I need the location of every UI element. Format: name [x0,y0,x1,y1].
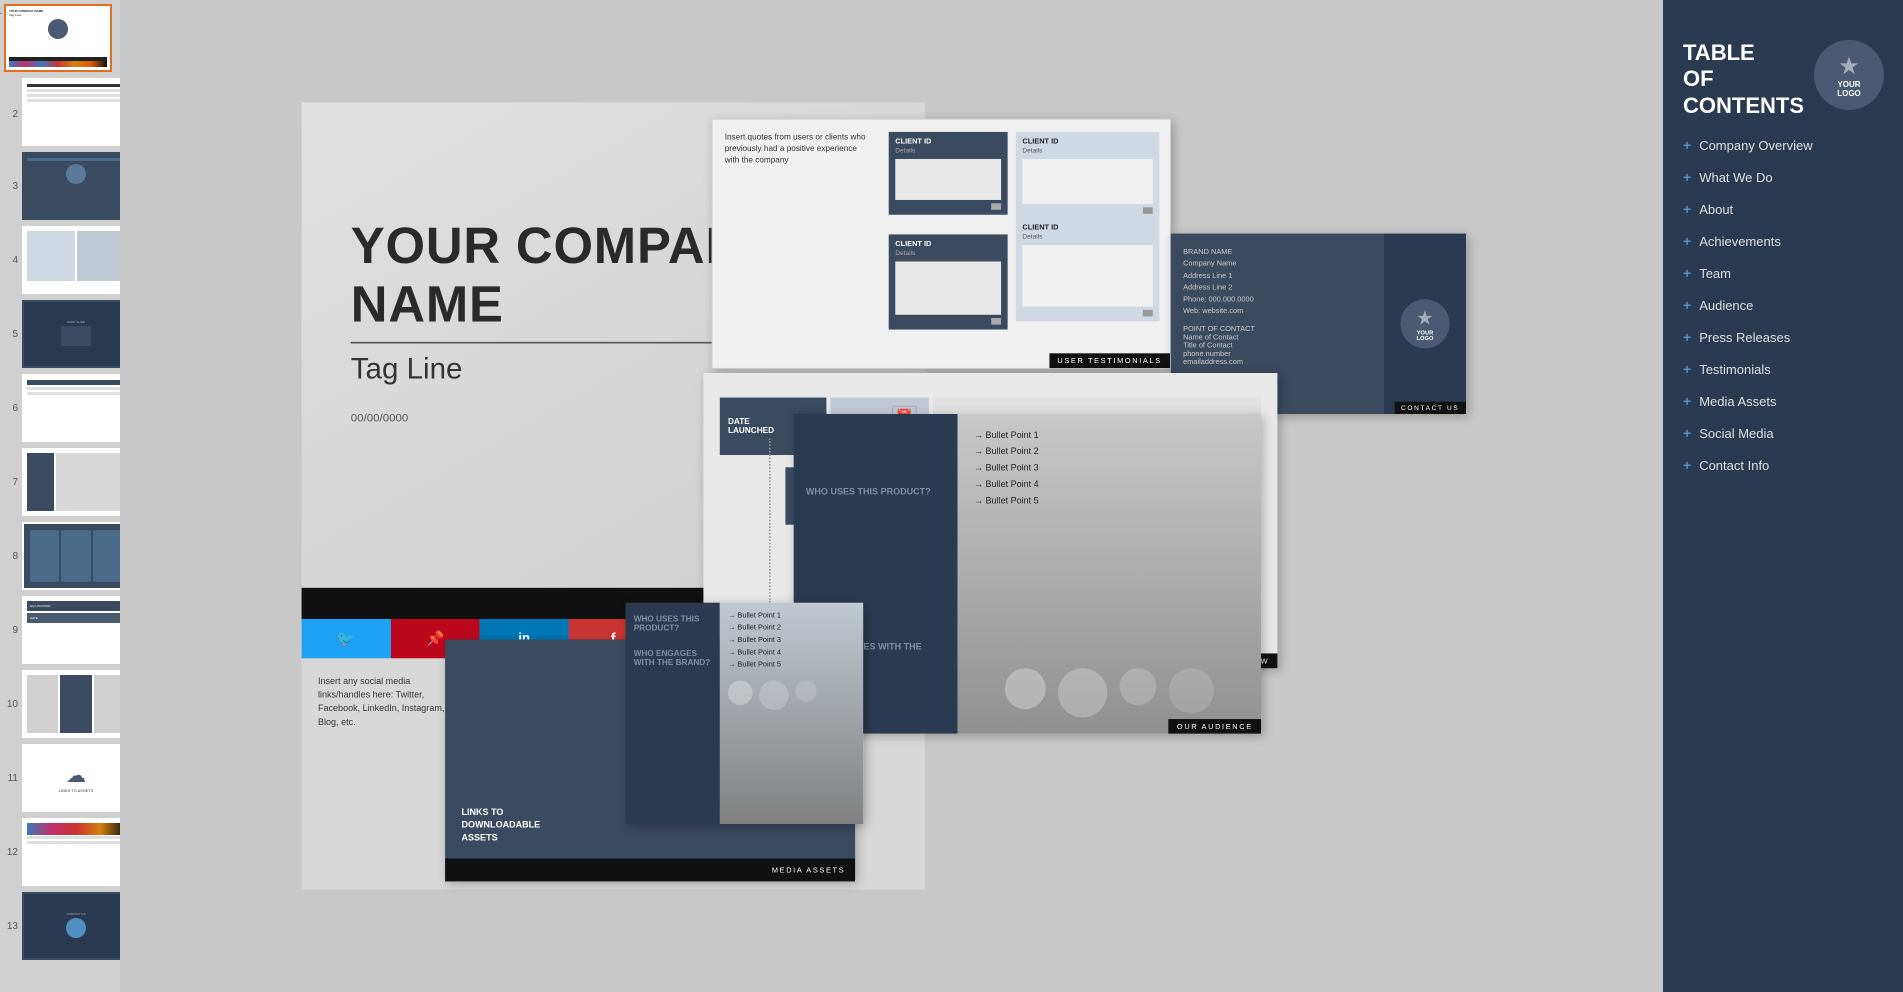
slide-number-1: 1 [0,6,2,17]
toc-label-about: About [1699,202,1733,217]
table-of-contents-panel: TABLEOFCONTENTS ★ YOURLOGO + Company Ove… [1663,0,1903,992]
slide-number-13: 13 [4,921,18,932]
toc-label-social-media: Social Media [1699,426,1773,441]
toc-header: TABLEOFCONTENTS ★ YOURLOGO [1663,20,1903,129]
slide-number-3: 3 [4,181,18,192]
slide-number-6: 6 [4,403,18,414]
slide-number-9: 9 [4,625,18,636]
toc-label-media-assets: Media Assets [1699,394,1776,409]
slide-thumb-2[interactable] [22,78,120,146]
client-card-2: CLIENT ID Details [1015,132,1159,219]
audience-right: → Bullet Point 1 → Bullet Point 2 → Bull… [957,414,1260,734]
slide-thumb-7[interactable] [22,448,120,516]
slide-number-7: 7 [4,477,18,488]
slide-thumb-12[interactable] [22,818,120,886]
slide-number-2: 2 [4,109,18,120]
toc-label-contact-info: Contact Info [1699,458,1769,473]
toc-logo: ★ YOURLOGO [1814,40,1884,110]
client-card-3: CLIENT ID Details [888,234,1007,329]
toc-item-testimonials[interactable]: + Testimonials [1663,353,1903,385]
toc-item-press-releases[interactable]: + Press Releases [1663,321,1903,353]
toc-item-about[interactable]: + About [1663,193,1903,225]
twitter-icon[interactable]: 🐦 [301,619,390,658]
slide-thumb-1[interactable]: YOUR COMPANY NAME Tag Line [4,4,112,72]
plus-icon-contact: + [1683,457,1691,473]
toc-label-achievements: Achievements [1699,234,1781,249]
toc-label-audience: Audience [1699,298,1753,313]
slide-thumb-8[interactable] [22,522,120,590]
contact-footer: CONTACT US [1394,402,1466,414]
toc-item-team[interactable]: + Team [1663,257,1903,289]
who-left: WHO USES THIS PRODUCT? WHO ENGAGES WITH … [625,603,719,824]
toc-star-icon: ★ [1838,52,1860,81]
client-card-1: CLIENT ID Details [888,132,1007,215]
audience-footer: OUR AUDIENCE [1168,719,1260,734]
slide-number-11: 11 [4,773,18,784]
plus-icon-achievements: + [1683,233,1691,249]
social-description: Insert any social media links/handles he… [317,675,448,873]
toc-label-team: Team [1699,266,1731,281]
media-links-label: LINKS TODOWNLOADABLEASSETS [461,807,540,845]
testimonials-footer: USER TESTIMONIALS [1049,353,1170,368]
plus-icon-audience: + [1683,297,1691,313]
plus-icon-testimonials: + [1683,361,1691,377]
slide-number-4: 4 [4,255,18,266]
slide-thumb-3[interactable] [22,152,120,220]
slide-thumb-4[interactable] [22,226,120,294]
plus-icon-what: + [1683,169,1691,185]
slide-number-10: 10 [4,699,18,710]
slide-thumb-13[interactable]: CONTACT US [22,892,120,960]
toc-item-what-we-do[interactable]: + What We Do [1663,161,1903,193]
main-canvas: YOUR COMPANY NAME Tag Line 00/00/0000 ★ … [120,0,1663,992]
toc-label-what-we-do: What We Do [1699,170,1772,185]
slide-thumb-11[interactable]: ☁ LINKS TO ASSETS [22,744,120,812]
toc-label-press-releases: Press Releases [1699,330,1790,345]
main-slide: YOUR COMPANY NAME Tag Line 00/00/0000 ★ … [301,102,1482,889]
slide-panel: 1 YOUR COMPANY NAME Tag Line 2 3 [0,0,120,992]
toc-label-company-overview: Company Overview [1699,138,1812,153]
slide-thumb-10[interactable] [22,670,120,738]
plus-icon-social: + [1683,425,1691,441]
slide-number-12: 12 [4,847,18,858]
media-footer: MEDIA ASSETS [445,858,855,881]
who-slide: WHO USES THIS PRODUCT? WHO ENGAGES WITH … [625,603,863,824]
toc-item-media-assets[interactable]: + Media Assets [1663,385,1903,417]
contact-logo-area: ★ YOURLOGO [1384,234,1466,414]
toc-item-audience[interactable]: + Audience [1663,289,1903,321]
client-card-4: CLIENT ID Details [1015,218,1159,321]
slide-thumb-6[interactable] [22,374,120,442]
testimonials-slide: Insert quotes from users or clients who … [711,119,1170,369]
toc-title: TABLEOFCONTENTS [1683,40,1804,119]
plus-icon-media: + [1683,393,1691,409]
toc-item-contact-info[interactable]: + Contact Info [1663,449,1903,481]
toc-label-testimonials: Testimonials [1699,362,1771,377]
slide-thumb-9[interactable]: HQ LOCATION DATE [22,596,120,664]
testimonials-quote: Insert quotes from users or clients who … [712,120,884,179]
who-right: → Bullet Point 1 → Bullet Point 2 → Bull… [719,603,863,824]
plus-icon-company: + [1683,137,1691,153]
slide-number-8: 8 [4,551,18,562]
toc-item-social-media[interactable]: + Social Media [1663,417,1903,449]
plus-icon-about: + [1683,201,1691,217]
plus-icon-press: + [1683,329,1691,345]
toc-item-company-overview[interactable]: + Company Overview [1663,129,1903,161]
toc-item-achievements[interactable]: + Achievements [1663,225,1903,257]
slide-thumb-5[interactable]: DARK SLIDE [22,300,120,368]
plus-icon-team: + [1683,265,1691,281]
slide-number-5: 5 [4,329,18,340]
